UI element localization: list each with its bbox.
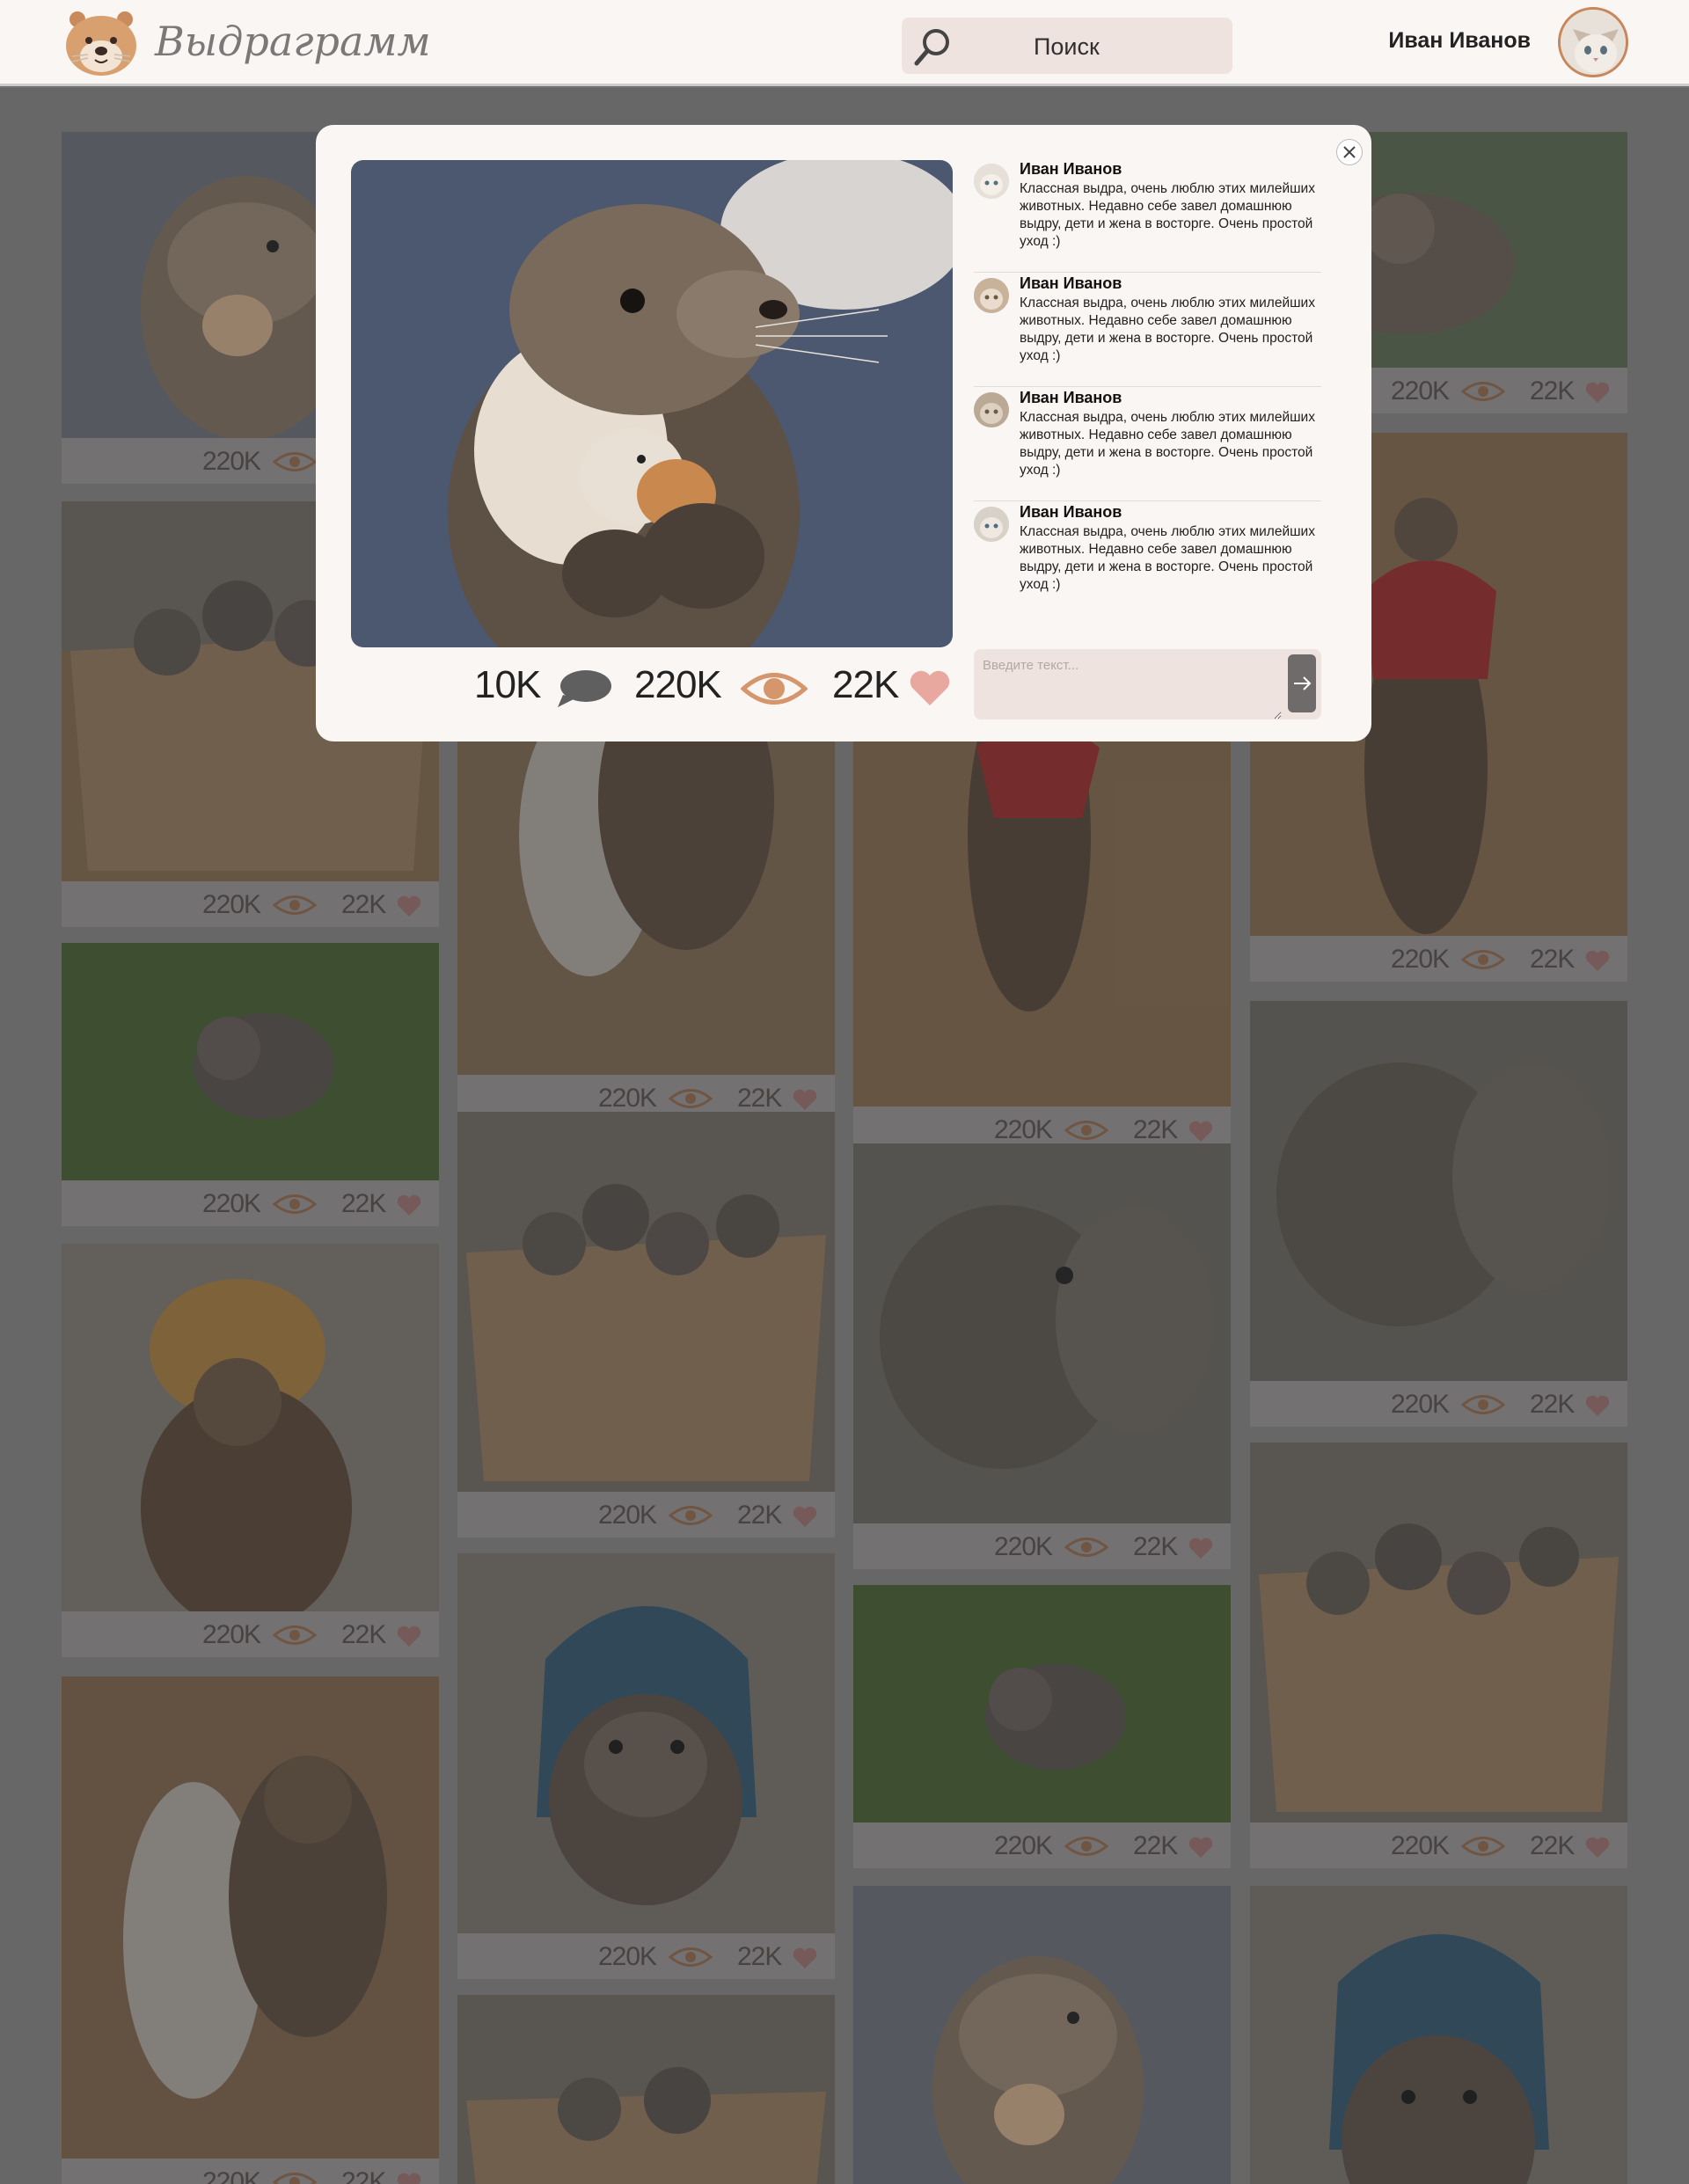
search-input[interactable]: Поиск	[1034, 33, 1100, 61]
comment-avatar[interactable]	[974, 392, 1009, 427]
comment-text: Классная выдра, очень люблю этих милейши…	[1020, 181, 1315, 249]
search-bar[interactable]: Поиск	[902, 18, 1232, 74]
heart-icon[interactable]	[909, 668, 951, 707]
app-logo-text[interactable]: Выдраграмм	[155, 18, 431, 65]
comment-text: Классная выдра, очень люблю этих милейши…	[1020, 524, 1315, 592]
comment-text: Классная выдра, очень люблю этих милейши…	[1020, 410, 1315, 478]
cat-avatar-icon	[1561, 10, 1626, 75]
comment-item: Иван Иванов Классная выдра, очень люблю …	[974, 503, 1321, 616]
cat-avatar-icon	[974, 507, 1009, 542]
eye-icon	[741, 673, 808, 705]
comment-author[interactable]: Иван Иванов	[1020, 503, 1321, 522]
top-bar: Выдраграмм Поиск Иван Иванов	[0, 0, 1689, 86]
comment-avatar[interactable]	[974, 278, 1009, 313]
comments-count: 10K	[474, 663, 541, 706]
comment-author[interactable]: Иван Иванов	[1020, 274, 1321, 293]
post-stats-large: 10K 220K 22K	[351, 658, 953, 711]
cat-avatar-icon	[974, 164, 1009, 199]
comment-item: Иван Иванов Классная выдра, очень люблю …	[974, 160, 1321, 273]
comment-form	[974, 649, 1321, 719]
send-button[interactable]	[1288, 654, 1316, 712]
comment-input[interactable]	[974, 649, 1282, 719]
otter-photo-large[interactable]	[351, 160, 953, 647]
speech-bubble-icon[interactable]	[556, 668, 612, 709]
avatar[interactable]	[1558, 7, 1628, 77]
cat-avatar-icon	[974, 392, 1009, 427]
comment-avatar[interactable]	[974, 164, 1009, 199]
arrow-right-icon[interactable]	[1288, 654, 1316, 712]
search-icon[interactable]	[910, 25, 954, 69]
views-count: 220K	[634, 663, 722, 706]
comments-list: Иван Иванов Классная выдра, очень люблю …	[974, 158, 1321, 616]
comment-author[interactable]: Иван Иванов	[1020, 160, 1321, 179]
comment-item: Иван Иванов Классная выдра, очень люблю …	[974, 274, 1321, 387]
comment-item: Иван Иванов Классная выдра, очень люблю …	[974, 389, 1321, 501]
close-icon[interactable]	[1337, 140, 1362, 164]
comment-text: Классная выдра, очень люблю этих милейши…	[1020, 296, 1315, 363]
comment-author[interactable]: Иван Иванов	[1020, 389, 1321, 407]
otter-face-icon[interactable]	[60, 7, 143, 81]
user-name[interactable]: Иван Иванов	[1388, 28, 1531, 54]
likes-count: 22K	[832, 663, 899, 706]
close-button[interactable]	[1336, 139, 1363, 165]
post-modal: 10K 220K 22K Иван Иванов Классная выдра,…	[316, 125, 1371, 741]
cat-avatar-icon	[974, 278, 1009, 313]
comment-avatar[interactable]	[974, 507, 1009, 542]
